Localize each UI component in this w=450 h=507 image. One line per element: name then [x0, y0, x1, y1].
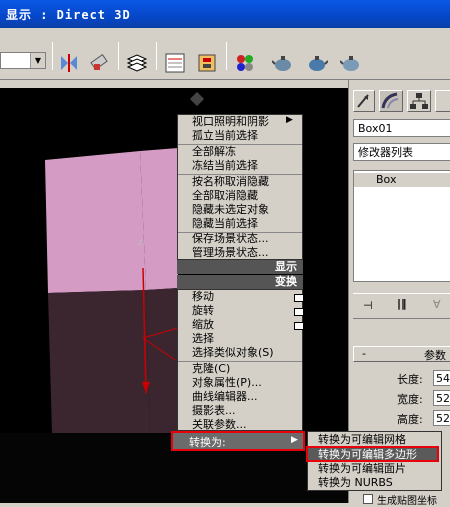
menu-item-unhide-by-name[interactable]: 按名称取消隐藏	[178, 175, 269, 189]
menu-item-select-similar[interactable]: 选择类似对象(S)	[178, 346, 274, 360]
rollout-title: 参数	[424, 349, 446, 362]
menu-item-convert-to-editable-poly[interactable]: 转换为可编辑多边形	[306, 446, 439, 462]
menu-item-isolate[interactable]: 孤立当前选择	[178, 129, 258, 143]
scale-settings-icon[interactable]	[294, 322, 304, 330]
layer-manager-icon[interactable]	[124, 50, 150, 76]
show-end-result-icon[interactable]: |‖	[397, 297, 407, 310]
stack-item[interactable]: Box	[354, 173, 450, 187]
menu-item-scale[interactable]: 缩放	[178, 318, 214, 332]
convert-to-submenu: 转换为可编辑网格 转换为可编辑多边形 转换为可编辑面片 转换为 NURBS	[306, 431, 442, 491]
menu-item-rotate[interactable]: 旋转	[178, 304, 214, 318]
menu-item-object-properties[interactable]: 对象属性(P)...	[178, 376, 262, 390]
parameters-rollout-header[interactable]: - 参数	[353, 346, 450, 362]
material-editor-icon[interactable]	[232, 50, 258, 76]
rotate-settings-icon[interactable]	[294, 308, 304, 316]
create-tab-icon[interactable]	[353, 90, 375, 112]
move-settings-icon[interactable]	[294, 294, 304, 302]
quick-render-icon[interactable]	[338, 50, 364, 76]
height-label: 高度:	[397, 413, 423, 426]
menu-item-convert-to-editable-patch[interactable]: 转换为可编辑面片	[308, 462, 406, 476]
align-icon[interactable]	[86, 50, 112, 76]
menu-item-unhide-all[interactable]: 全部取消隐藏	[178, 189, 258, 203]
hierarchy-tab-icon[interactable]	[407, 90, 431, 112]
display-quadrant-header: 显示	[177, 260, 303, 274]
main-toolbar: ▼	[0, 28, 450, 80]
rollout-collapse-icon[interactable]: -	[362, 347, 366, 360]
chevron-down-icon[interactable]: ▼	[30, 53, 45, 68]
pin-stack-icon[interactable]: ⊣	[363, 299, 373, 312]
render-setup-icon[interactable]	[270, 50, 296, 76]
make-unique-icon[interactable]: ∀	[433, 298, 441, 311]
render-frame-icon[interactable]	[304, 50, 330, 76]
menu-item-hide-unselected[interactable]: 隐藏未选定对象	[178, 203, 269, 217]
menu-item-convert-to[interactable]: 转换为: ▶	[171, 431, 305, 451]
modifier-list-dropdown[interactable]: 修改器列表	[353, 143, 450, 161]
mirror-icon[interactable]	[56, 50, 82, 76]
height-input[interactable]: 52	[433, 410, 450, 426]
menu-item-move[interactable]: 移动	[178, 290, 214, 304]
menu-item-unfreeze-all[interactable]: 全部解冻	[178, 145, 236, 159]
modify-tab-icon[interactable]	[379, 90, 403, 112]
menu-item-clone[interactable]: 克隆(C)	[178, 362, 230, 376]
editable-poly-label: 转换为可编辑多边形	[318, 448, 417, 461]
toolbar-separator	[156, 42, 157, 70]
toolbar-separator	[118, 42, 119, 70]
menu-item-hide-selection[interactable]: 隐藏当前选择	[178, 217, 258, 231]
motion-tab-icon[interactable]	[435, 90, 450, 112]
stack-toolbar: ⊣ |‖ ∀	[353, 293, 450, 319]
submenu-arrow-icon: ▶	[291, 435, 298, 445]
width-label: 宽度:	[397, 393, 423, 406]
width-input[interactable]: 52	[433, 390, 450, 406]
menu-item-convert-to-editable-mesh[interactable]: 转换为可编辑网格	[308, 433, 406, 447]
menu-item-save-scene-state[interactable]: 保存场景状态...	[178, 232, 269, 246]
display-quadrant: 视口照明和阴影 ▶ 孤立当前选择 全部解冻 冻结当前选择 按名称取消隐藏 全部取…	[177, 114, 303, 260]
menu-item-viewport-lighting[interactable]: 视口照明和阴影	[178, 115, 269, 129]
gen-mapping-label: 生成贴图坐标	[377, 496, 437, 507]
transform-quadrant: 移动 旋转 缩放 选择 选择类似对象(S) 克隆(C) 对象属性(P)... 曲…	[177, 289, 304, 432]
menu-item-manage-scene-states[interactable]: 管理场景状态...	[178, 246, 269, 260]
box-object[interactable]	[45, 148, 178, 433]
toolbar-separator	[226, 42, 227, 70]
window-title: 显示 : Direct 3D	[6, 8, 131, 22]
axis-z-label: z	[138, 238, 143, 248]
curve-editor-icon[interactable]	[162, 50, 188, 76]
length-label: 长度:	[397, 373, 423, 386]
title-bar: 显示 : Direct 3D	[0, 0, 450, 28]
menu-item-curve-editor[interactable]: 曲线编辑器...	[178, 390, 258, 404]
menu-item-dope-sheet[interactable]: 摄影表...	[178, 404, 236, 418]
transform-quadrant-header: 变换	[177, 275, 303, 289]
convert-to-label: 转换为:	[189, 436, 226, 449]
toolbar-separator	[52, 42, 53, 70]
object-name-field[interactable]: Box01	[353, 119, 450, 137]
submenu-arrow-icon: ▶	[286, 115, 293, 125]
menu-item-convert-to-nurbs[interactable]: 转换为 NURBS	[308, 476, 393, 490]
modifier-stack[interactable]: Box	[353, 170, 450, 282]
schematic-view-icon[interactable]	[194, 50, 220, 76]
selection-filter-dropdown[interactable]: ▼	[0, 52, 46, 69]
menu-item-freeze-selection[interactable]: 冻结当前选择	[178, 159, 258, 173]
length-input[interactable]: 54	[433, 370, 450, 386]
menu-item-select[interactable]: 选择	[178, 332, 214, 346]
menu-item-wire-parameters[interactable]: 关联参数...	[178, 418, 247, 432]
